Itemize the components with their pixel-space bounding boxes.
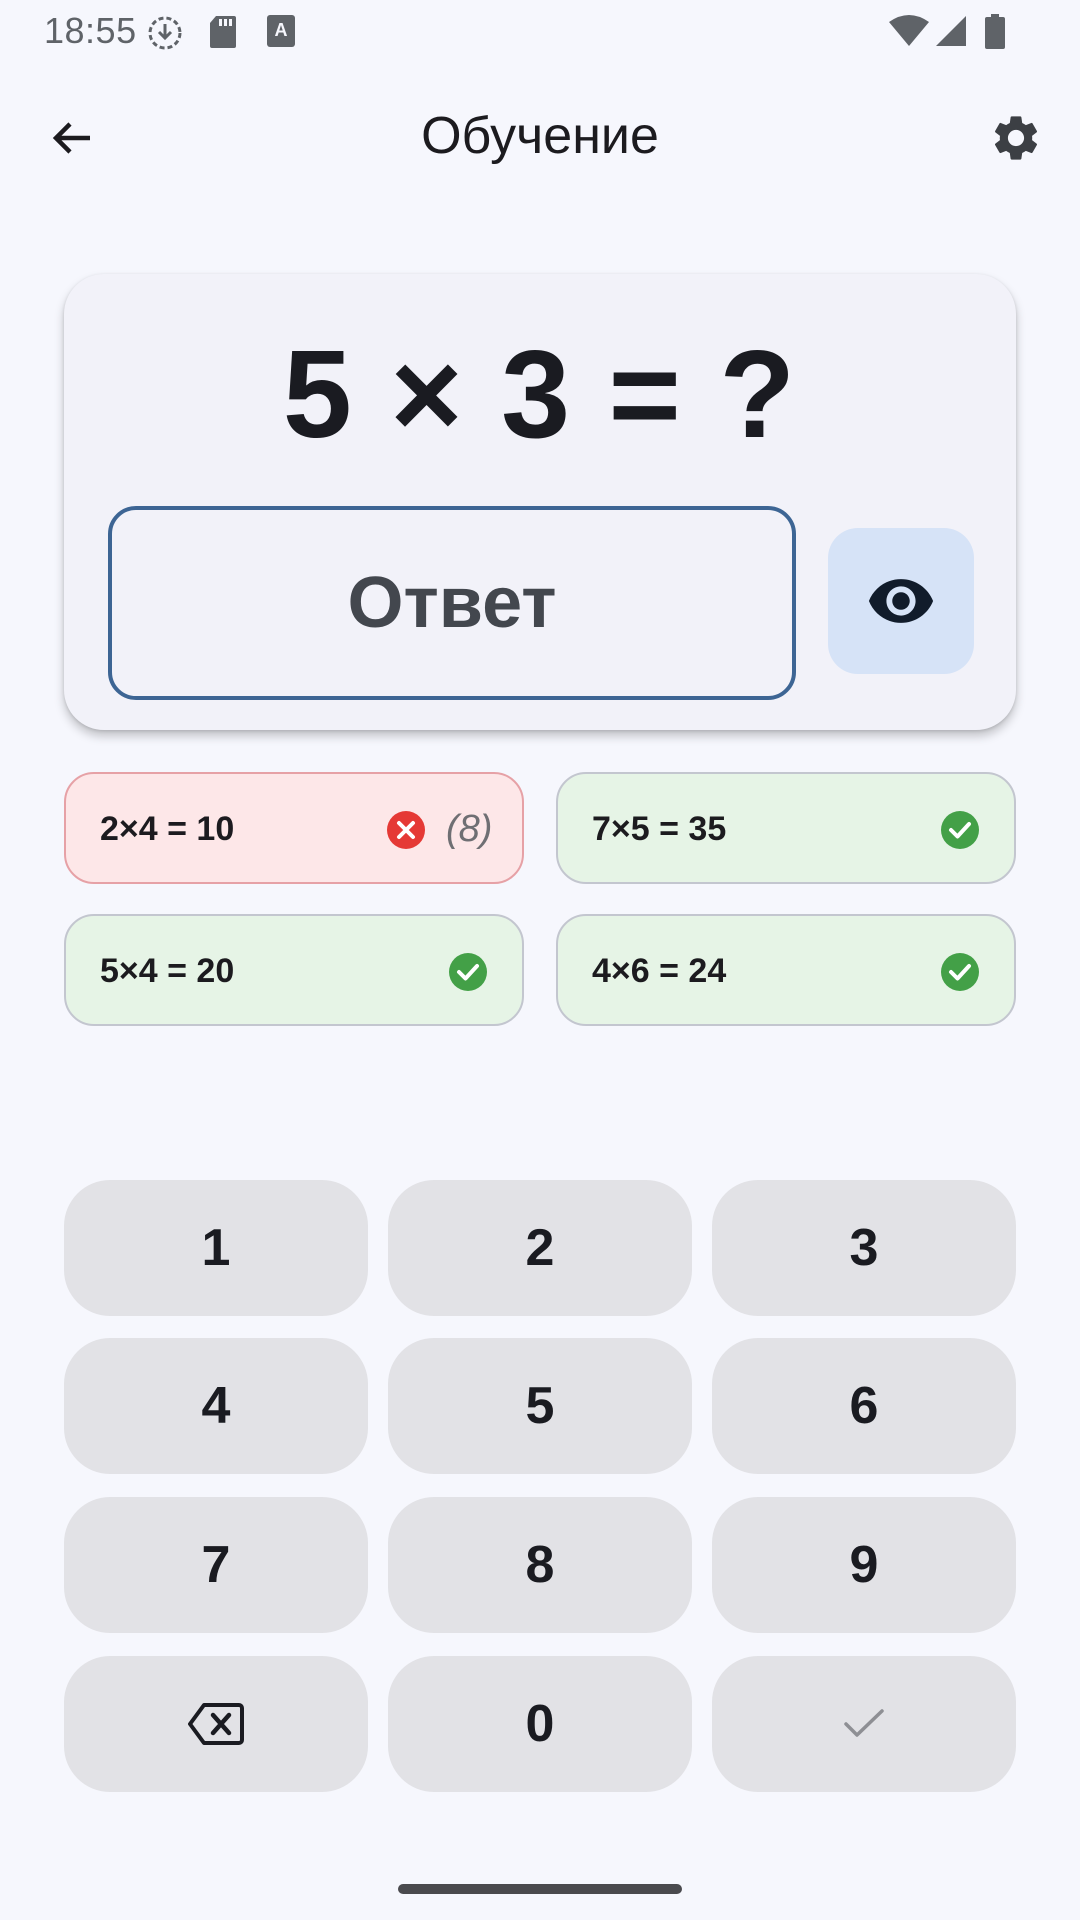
screen: 18:55 A Обучение 5 × 3 = ? Ответ 2×4 = 1… [0, 0, 1080, 1920]
wifi-icon [889, 15, 929, 46]
svg-text:A: A [275, 20, 288, 40]
key-1[interactable]: 1 [64, 1180, 368, 1316]
history-item-correct: 7×5 = 35 [556, 772, 1016, 884]
history-item-correct: 4×6 = 24 [556, 914, 1016, 1026]
backspace-button[interactable] [64, 1656, 368, 1792]
settings-button[interactable] [984, 106, 1048, 170]
gear-icon [994, 116, 1038, 160]
download-status-icon [148, 16, 182, 50]
history-item-text: 5×4 = 20 [100, 952, 235, 990]
history-item-text: 7×5 = 35 [592, 810, 727, 848]
history-item-text: 2×4 = 10 [100, 810, 235, 848]
status-bar: 18:55 A [0, 0, 1080, 64]
answer-placeholder: Ответ [347, 563, 557, 643]
key-4[interactable]: 4 [64, 1338, 368, 1474]
backspace-icon [188, 1703, 244, 1745]
history-item-correct: 5×4 = 20 [64, 914, 524, 1026]
error-icon [387, 811, 425, 849]
submit-button[interactable] [712, 1656, 1016, 1792]
key-5[interactable]: 5 [388, 1338, 692, 1474]
question-text: 5 × 3 = ? [282, 326, 798, 464]
signal-icon [936, 16, 966, 46]
history-item-wrong: 2×4 = 10 (8) [64, 772, 524, 884]
app-bar: Обучение [0, 80, 1080, 190]
key-2[interactable]: 2 [388, 1180, 692, 1316]
status-time: 18:55 [44, 10, 137, 51]
key-0[interactable]: 0 [388, 1656, 692, 1792]
check-circle-icon [941, 811, 979, 849]
key-3[interactable]: 3 [712, 1180, 1016, 1316]
correct-answer-hint: (8) [446, 808, 493, 850]
battery-icon [985, 14, 1005, 49]
question-card: 5 × 3 = ? Ответ [64, 274, 1016, 730]
check-circle-icon [449, 953, 487, 991]
check-icon [844, 1709, 884, 1737]
key-9[interactable]: 9 [712, 1497, 1016, 1633]
keyboard-a-icon: A [267, 15, 295, 47]
answer-input[interactable]: Ответ [108, 506, 796, 700]
key-8[interactable]: 8 [388, 1497, 692, 1633]
history-item-text: 4×6 = 24 [592, 952, 727, 990]
key-7[interactable]: 7 [64, 1497, 368, 1633]
sd-card-icon [210, 16, 236, 48]
check-circle-icon [941, 953, 979, 991]
key-6[interactable]: 6 [712, 1338, 1016, 1474]
eye-icon [868, 579, 934, 623]
page-title: Обучение [421, 107, 659, 165]
home-indicator[interactable] [398, 1884, 682, 1894]
reveal-answer-button[interactable] [828, 528, 974, 674]
